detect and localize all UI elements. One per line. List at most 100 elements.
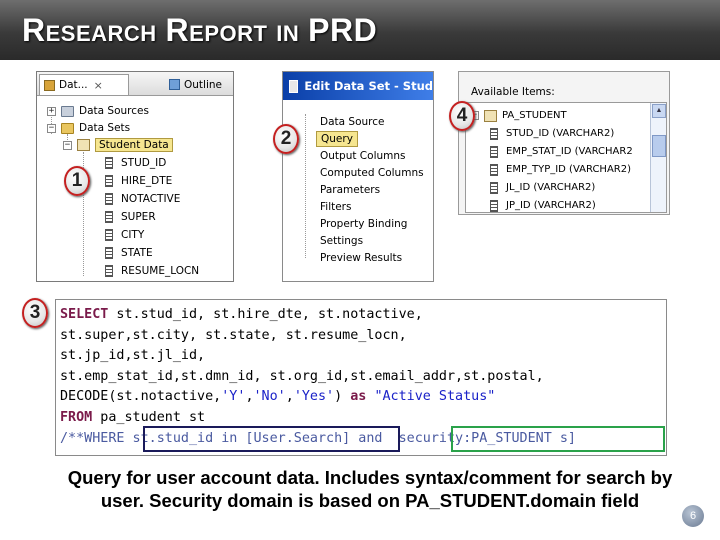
column-label: JP_ID (VARCHAR2) (506, 200, 596, 211)
tree-item-label: Data Sets (79, 122, 131, 134)
dialog-icon (289, 79, 299, 93)
list-item[interactable]: JL_ID (VARCHAR2) (490, 179, 595, 196)
user-search-highlight-box (143, 426, 400, 452)
dialog-title: Edit Data Set - Stud (304, 79, 433, 93)
available-items-list[interactable]: − PA_STUDENT STUD_ID (VARCHAR2) EMP_STAT… (465, 102, 667, 213)
query-line-1: SELECT st.stud_id, st.hire_dte, st.notac… (60, 305, 423, 325)
title-bar: RESEARCH REPORT IN PRD (0, 0, 720, 60)
query-line-5: DECODE(st.notactive,'Y','No','Yes') as "… (60, 387, 495, 407)
list-item[interactable]: EMP_STAT_ID (VARCHAR2 (490, 143, 633, 160)
nav-item-parameters[interactable]: Parameters (320, 182, 380, 198)
list-item[interactable]: JP_ID (VARCHAR2) (490, 197, 596, 212)
tree-item-data-sources[interactable]: + Data Sources (47, 102, 149, 120)
nav-item-computed-columns[interactable]: Computed Columns (320, 165, 424, 181)
tab-outline-label: Outline (184, 78, 222, 91)
column-label: EMP_TYP_ID (VARCHAR2) (506, 164, 631, 175)
column-label: STATE (121, 247, 153, 259)
sql-keyword: FROM (60, 410, 93, 425)
tree-column-item[interactable]: CITY (105, 226, 144, 244)
collapse-icon[interactable]: − (63, 140, 72, 150)
callout-marker-4: 4 (449, 101, 475, 131)
available-items-label: Available Items: (471, 86, 555, 98)
tab-data-explorer-label: Dat... (59, 79, 88, 91)
callout-marker-2: 2 (273, 124, 299, 154)
query-line-3: st.jp_id,st.jl_id, (60, 346, 205, 366)
dialog-title-bar: Edit Data Set - Stud (283, 72, 433, 100)
explorer-tab-bar: Dat... × Outline (37, 72, 233, 96)
sql-string: "Active Status" (374, 389, 496, 404)
column-icon (105, 247, 113, 259)
column-label: NOTACTIVE (121, 193, 181, 205)
sql-text: pa_student st (92, 410, 206, 425)
tree-column-item[interactable]: STUD_ID (105, 154, 166, 172)
tab-data-explorer[interactable]: Dat... × (39, 74, 129, 95)
query-editor[interactable]: SELECT st.stud_id, st.hire_dte, st.notac… (55, 299, 667, 456)
data-sets-icon (61, 122, 74, 134)
column-icon (490, 127, 498, 140)
data-sources-icon (61, 105, 74, 117)
column-icon (105, 265, 113, 277)
list-item[interactable]: EMP_TYP_ID (VARCHAR2) (490, 161, 631, 178)
sql-keyword: as (350, 389, 367, 404)
nav-item-settings[interactable]: Settings (320, 233, 363, 249)
nav-item-filters[interactable]: Filters (320, 199, 351, 215)
tab-outline[interactable]: Outline (165, 74, 233, 95)
scroll-thumb[interactable] (652, 135, 666, 157)
column-icon (105, 175, 113, 187)
nav-item-preview-results[interactable]: Preview Results (320, 250, 402, 266)
outline-icon (169, 79, 180, 90)
column-icon (105, 193, 113, 205)
table-node-pa-student[interactable]: − PA_STUDENT (470, 107, 567, 124)
available-items-panel: Available Items: − PA_STUDENT STUD_ID (V… (458, 71, 670, 215)
list-item[interactable]: STUD_ID (VARCHAR2) (490, 125, 614, 142)
title-initial-r2: R (165, 12, 190, 48)
vertical-scrollbar[interactable]: ▲ (650, 103, 666, 212)
column-label: RESUME_LOCN (121, 265, 200, 277)
sql-text: st.emp_stat_id,st.dmn_id, st.org_id,st.e… (60, 369, 544, 384)
tree-item-student-data[interactable]: − Student Data (63, 136, 173, 154)
expand-icon[interactable]: + (47, 106, 56, 116)
column-icon (490, 145, 498, 158)
title-word-research: ESEARCH (45, 21, 157, 46)
caption-line-2: user. Security domain is based on PA_STU… (100, 490, 640, 511)
column-icon (490, 199, 498, 212)
column-label: JL_ID (VARCHAR2) (506, 182, 596, 193)
query-line-6: FROM pa_student st (60, 408, 205, 428)
column-label: STUD_ID (VARCHAR2) (506, 128, 615, 139)
sql-string: 'Yes' (293, 389, 335, 404)
sql-text: st.jp_id,st.jl_id, (60, 348, 206, 363)
security-domain-highlight-box (451, 426, 665, 452)
tree-column-item[interactable]: HIRE_DTE (105, 172, 172, 190)
scroll-up-icon[interactable]: ▲ (652, 104, 666, 118)
tree-item-label: Student Data (95, 138, 173, 152)
tree-column-item[interactable]: NOTACTIVE (105, 190, 180, 208)
title-word-prd: PRD (308, 12, 378, 48)
title-initial-r1: R (22, 12, 46, 48)
tree-item-label: Data Sources (79, 105, 149, 117)
column-label: SUPER (121, 211, 156, 223)
nav-item-query[interactable]: Query (316, 131, 358, 147)
column-label: CITY (121, 229, 145, 241)
tree-connector (305, 114, 306, 258)
edit-data-set-dialog: Edit Data Set - Stud Data Source Query O… (282, 71, 434, 282)
column-label: HIRE_DTE (121, 175, 173, 187)
close-icon[interactable]: × (94, 79, 103, 92)
collapse-icon[interactable]: − (47, 123, 56, 133)
query-line-2: st.super,st.city, st.state, st.resume_lo… (60, 326, 407, 346)
tree-column-item[interactable]: SUPER (105, 208, 156, 226)
tree-column-item[interactable]: STATE (105, 244, 153, 262)
tree-item-data-sets[interactable]: − Data Sets (47, 119, 130, 137)
nav-item-data-source[interactable]: Data Source (320, 114, 384, 130)
sql-keyword: SELECT (60, 307, 109, 322)
sql-string: 'No' (253, 389, 286, 404)
column-icon (105, 229, 113, 241)
tree-column-item[interactable]: RESUME_LOCN (105, 262, 199, 280)
query-line-4: st.emp_stat_id,st.dmn_id, st.org_id,st.e… (60, 367, 544, 387)
nav-item-property-binding[interactable]: Property Binding (320, 216, 407, 232)
sql-text: st.super,st.city, st.state, st.resume_lo… (60, 328, 407, 343)
sql-text: DECODE(st.notactive, (60, 389, 222, 404)
nav-item-output-columns[interactable]: Output Columns (320, 148, 406, 164)
column-label: STUD_ID (121, 157, 167, 169)
title-word-in: IN (276, 21, 300, 46)
slide-caption: Query for user account data. Includes sy… (40, 466, 700, 512)
